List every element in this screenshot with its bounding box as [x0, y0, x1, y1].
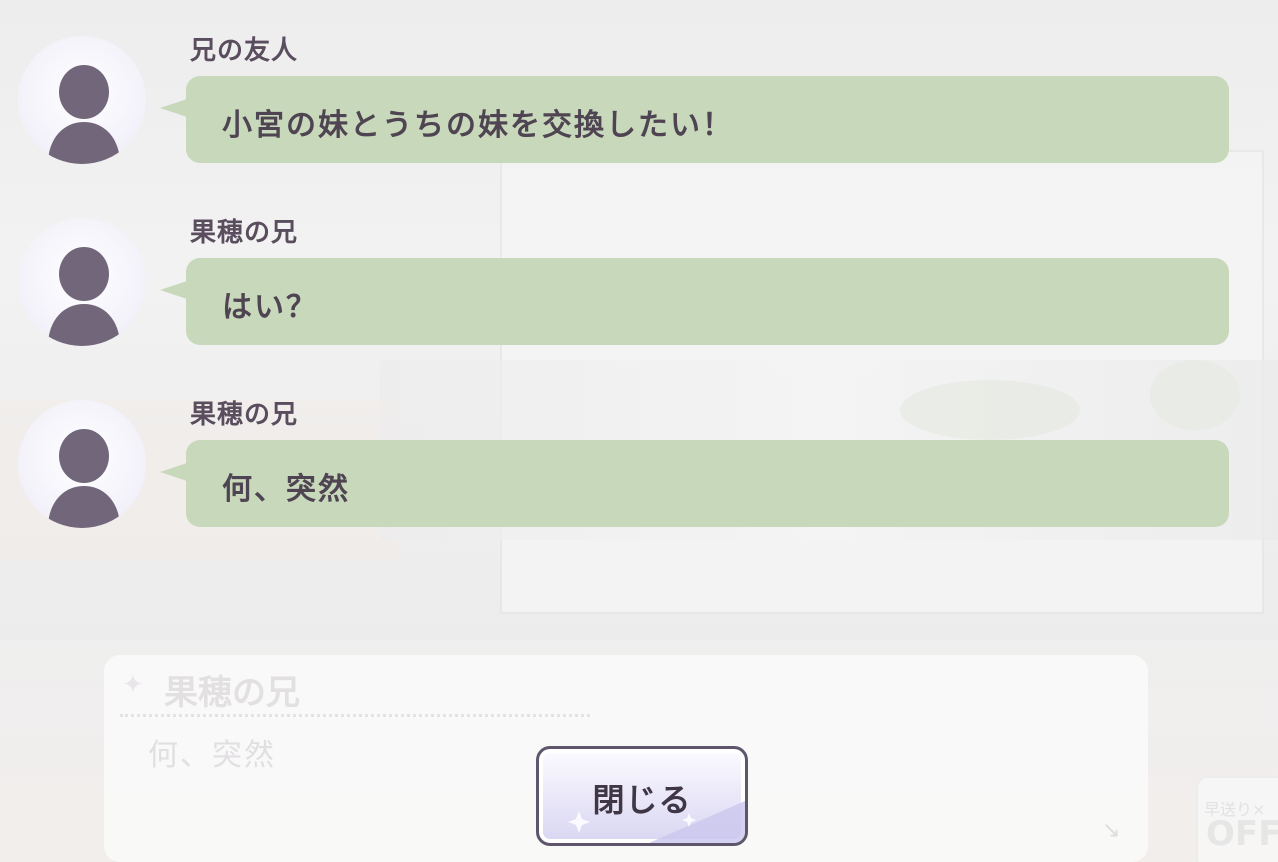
- sparkle-icon: ✦: [122, 670, 144, 700]
- person-silhouette-icon: [48, 65, 120, 164]
- log-message: はい？: [222, 290, 318, 325]
- avatar: [18, 36, 146, 164]
- dialogue-speaker: 果穂の兄: [164, 673, 300, 713]
- close-button-label: 閉じる: [592, 781, 692, 819]
- close-button[interactable]: 閉じる: [536, 746, 748, 846]
- person-silhouette-icon: [48, 247, 120, 346]
- log-entry: 兄の友人 小宮の妹とうちの妹を交換したい！: [0, 0, 1278, 170]
- dialogue-text: 何、突然: [148, 738, 276, 773]
- log-entry: 果穂の兄 はい？: [0, 182, 1278, 352]
- avatar: [18, 400, 146, 528]
- log-message: 何、突然: [222, 472, 350, 507]
- dialogue-divider: [120, 714, 590, 717]
- log-speaker: 果穂の兄: [190, 400, 299, 430]
- fast-forward-value: OFF: [1206, 814, 1278, 854]
- log-entry: 果穂の兄 何、突然: [0, 364, 1278, 534]
- log-speaker: 兄の友人: [190, 36, 299, 66]
- log-screen: ✦ 果穂の兄 何、突然 ↘ 早送り× OFF 兄の友人 小宮の妹とうちの妹を交換…: [0, 0, 1278, 862]
- avatar: [18, 218, 146, 346]
- person-silhouette-icon: [48, 429, 120, 528]
- log-message: 小宮の妹とうちの妹を交換したい！: [222, 108, 734, 143]
- log-speaker: 果穂の兄: [190, 218, 299, 248]
- message-bubble: [186, 258, 1229, 345]
- next-arrow-icon: ↘: [1102, 818, 1121, 843]
